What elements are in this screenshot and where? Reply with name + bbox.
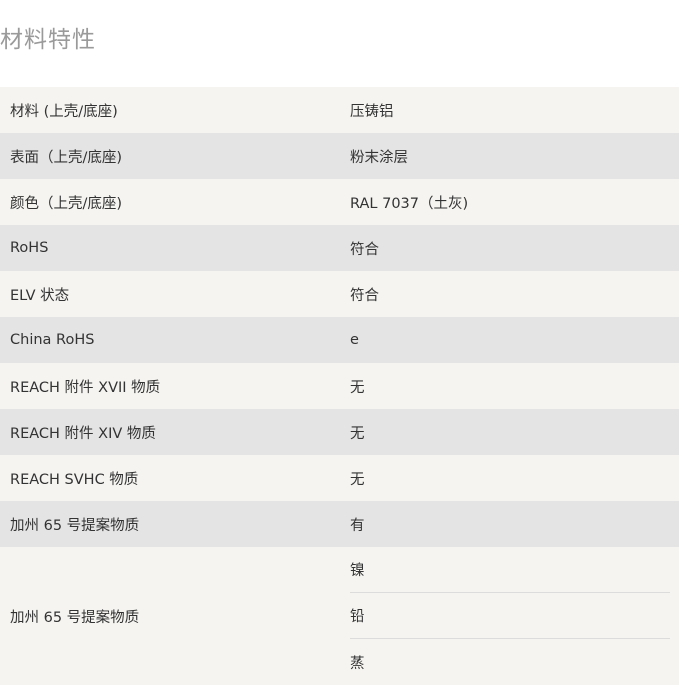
row-label: 加州 65 号提案物质 xyxy=(10,609,140,626)
row-value: 压铸铝 xyxy=(350,103,394,120)
row-label: China RoHS xyxy=(10,332,95,348)
table-row: ELV 状态 符合 xyxy=(0,271,679,317)
row-value: RAL 7037（土灰) xyxy=(350,195,469,212)
row-value: 无 xyxy=(350,379,365,396)
row-value: 无 xyxy=(350,471,365,488)
substance-list: 镍 铅 蒸 xyxy=(350,547,670,685)
table-row-multi-value: 加州 65 号提案物质 镍 铅 蒸 xyxy=(0,547,679,685)
row-label: RoHS xyxy=(10,240,49,256)
row-value: 粉末涂层 xyxy=(350,149,408,166)
substance-item: 镍 xyxy=(350,547,670,593)
row-label: REACH SVHC 物质 xyxy=(10,471,139,488)
row-value: 无 xyxy=(350,425,365,442)
material-properties-page: 材料特性 材料 (上壳/底座) 压铸铝 表面（上壳/底座) 粉末涂层 颜色（上壳… xyxy=(0,0,679,685)
substance-item: 铅 xyxy=(350,593,670,639)
table-row: 颜色（上壳/底座) RAL 7037（土灰) xyxy=(0,179,679,225)
row-label: 材料 (上壳/底座) xyxy=(10,103,118,120)
row-label: 表面（上壳/底座) xyxy=(10,149,123,166)
section-title: 材料特性 xyxy=(0,27,96,53)
row-value: 符合 xyxy=(350,287,379,304)
row-value: 有 xyxy=(350,517,365,534)
table-row: China RoHS e xyxy=(0,317,679,363)
table-row: RoHS 符合 xyxy=(0,225,679,271)
row-label: 加州 65 号提案物质 xyxy=(10,517,140,534)
table-row: 表面（上壳/底座) 粉末涂层 xyxy=(0,133,679,179)
table-row: REACH 附件 XVII 物质 无 xyxy=(0,363,679,409)
table-row: 材料 (上壳/底座) 压铸铝 xyxy=(0,87,679,133)
row-label: REACH 附件 XVII 物质 xyxy=(10,379,161,396)
table-row: 加州 65 号提案物质 有 xyxy=(0,501,679,547)
table-row: REACH SVHC 物质 无 xyxy=(0,455,679,501)
row-label: 颜色（上壳/底座) xyxy=(10,195,123,212)
row-label: REACH 附件 XIV 物质 xyxy=(10,425,156,442)
row-value: 符合 xyxy=(350,241,379,258)
properties-table: 材料 (上壳/底座) 压铸铝 表面（上壳/底座) 粉末涂层 颜色（上壳/底座) … xyxy=(0,87,679,685)
row-value: e xyxy=(350,332,359,348)
row-label: ELV 状态 xyxy=(10,287,70,304)
substance-item: 蒸 xyxy=(350,655,365,672)
table-row: REACH 附件 XIV 物质 无 xyxy=(0,409,679,455)
